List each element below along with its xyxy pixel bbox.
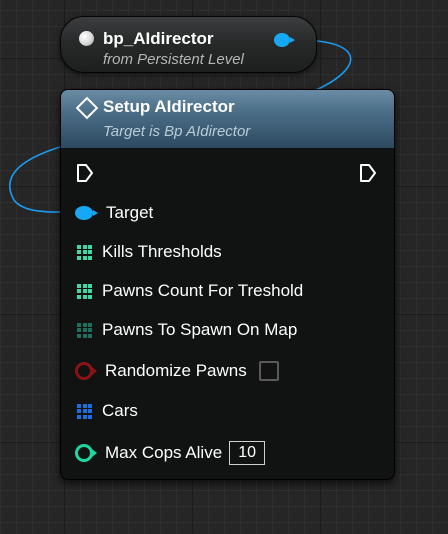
variable-node-subtitle: from Persistent Level <box>103 51 244 68</box>
pin-randomize-pawns[interactable]: Randomize Pawns <box>75 359 279 383</box>
array-pin-icon[interactable] <box>77 283 92 299</box>
array-pin-icon[interactable] <box>77 244 92 260</box>
randomize-pawns-checkbox[interactable] <box>258 361 279 381</box>
max-cops-alive-input[interactable]: 10 <box>229 441 266 465</box>
pin-label: Target <box>106 203 154 222</box>
variable-node-title: bp_AIdirector <box>103 29 214 48</box>
pin-label: Kills Thresholds <box>102 242 222 261</box>
object-pin-icon[interactable] <box>75 206 98 220</box>
pin-pawns-count-for-treshold[interactable]: Pawns Count For Treshold <box>75 279 303 303</box>
bool-pin-icon[interactable] <box>75 362 97 380</box>
variable-reference-icon <box>79 31 94 46</box>
pin-label: Max Cops Alive <box>105 443 223 462</box>
pin-label: Pawns Count For Treshold <box>102 281 304 300</box>
variable-output-pin[interactable] <box>274 33 295 47</box>
variable-getter-node[interactable]: bp_AIdirector from Persistent Level <box>60 16 317 73</box>
function-node-subtitle: Target is Bp AIdirector <box>103 123 251 140</box>
array-pin-icon[interactable] <box>77 403 92 419</box>
pin-kills-thresholds[interactable]: Kills Thresholds <box>75 240 222 264</box>
pin-target[interactable]: Target <box>75 201 153 225</box>
exec-input-pin-icon[interactable] <box>76 163 94 183</box>
function-node-title: Setup AIdirector <box>103 97 235 116</box>
function-node-header[interactable]: Setup AIdirector Target is Bp AIdirector <box>61 90 394 149</box>
pin-label: Cars <box>102 401 138 420</box>
pin-label: Randomize Pawns <box>105 361 247 380</box>
pin-max-cops-alive[interactable]: Max Cops Alive 10 <box>75 441 266 465</box>
pin-pawns-to-spawn-on-map[interactable]: Pawns To Spawn On Map <box>75 318 297 342</box>
function-node[interactable]: Setup AIdirector Target is Bp AIdirector… <box>60 89 395 480</box>
int-pin-icon[interactable] <box>75 444 97 462</box>
pin-cars[interactable]: Cars <box>75 399 138 423</box>
array-pin-icon[interactable] <box>77 322 92 338</box>
pin-label: Pawns To Spawn On Map <box>102 320 298 339</box>
exec-output-pin-icon[interactable] <box>359 163 377 183</box>
function-diamond-icon <box>75 96 99 120</box>
